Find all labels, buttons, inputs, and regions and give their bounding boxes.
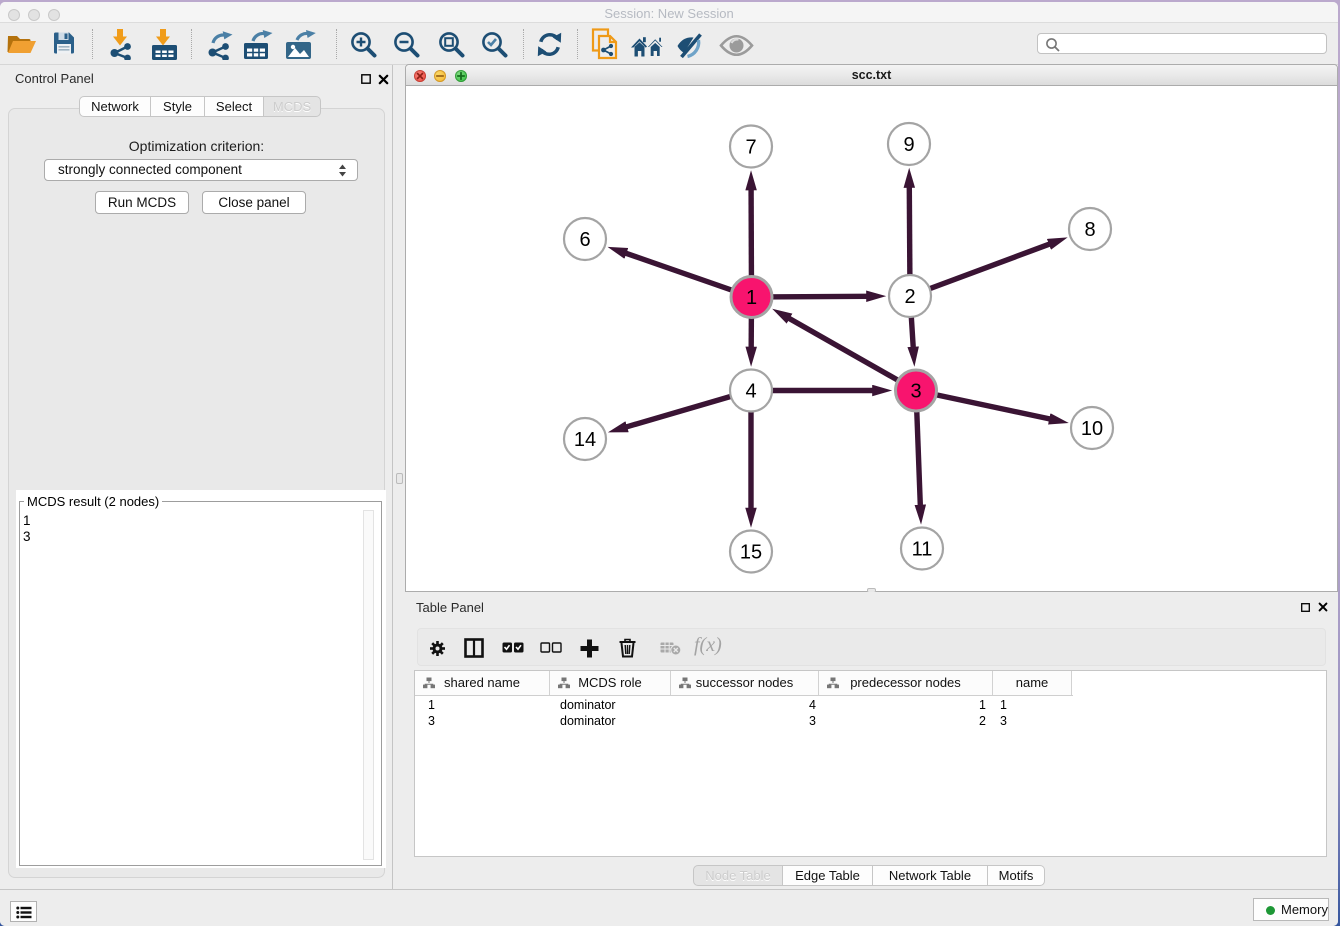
svg-text:4: 4 (745, 381, 756, 403)
svg-text:3: 3 (910, 381, 921, 403)
svg-text:9: 9 (903, 134, 914, 156)
svg-text:2: 2 (904, 286, 915, 308)
svg-text:8: 8 (1084, 219, 1095, 241)
svg-text:11: 11 (912, 539, 933, 561)
svg-text:1: 1 (746, 287, 757, 309)
svg-text:15: 15 (740, 542, 762, 564)
svg-text:6: 6 (579, 229, 590, 251)
svg-text:10: 10 (1081, 418, 1103, 440)
svg-text:14: 14 (574, 429, 596, 451)
svg-text:7: 7 (745, 137, 756, 159)
